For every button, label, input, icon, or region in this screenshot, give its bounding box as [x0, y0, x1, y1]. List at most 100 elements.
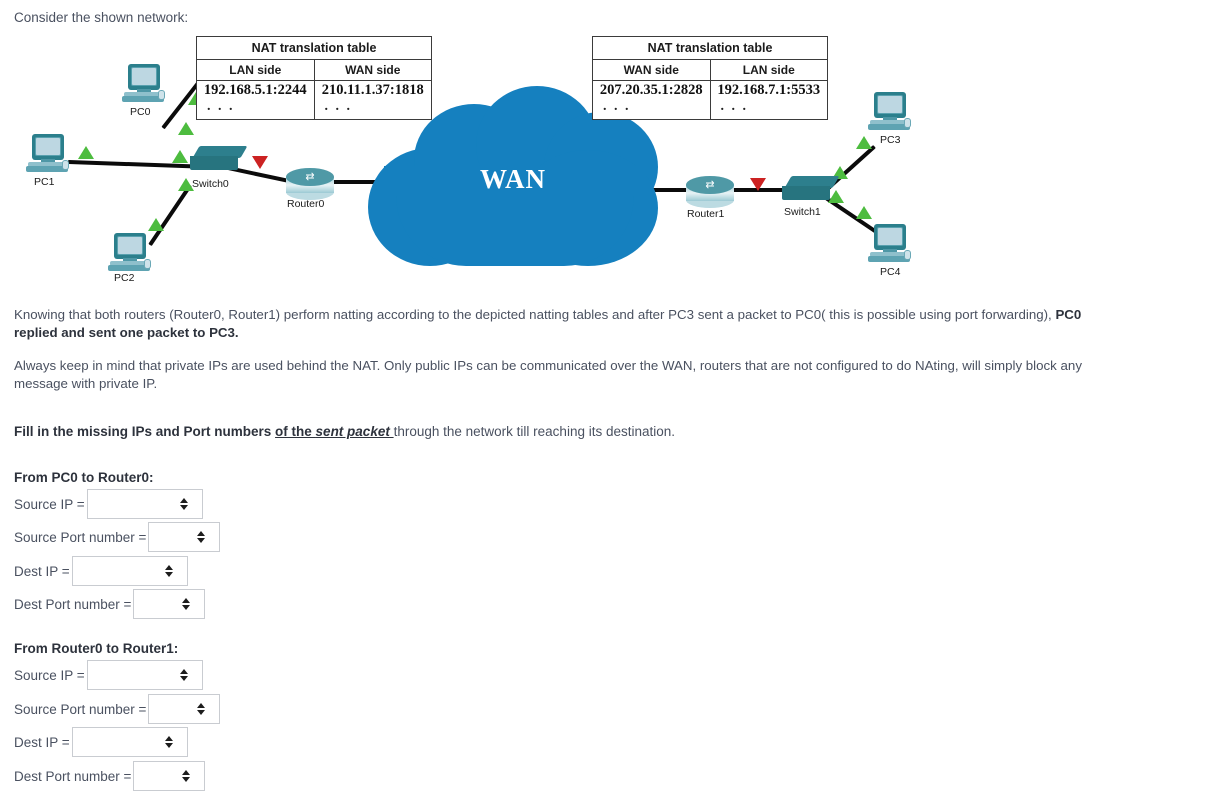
p1-text-bold: PC0 [1055, 307, 1082, 322]
form-group-title-pc0-router0: From PC0 to Router0: [14, 470, 154, 485]
nat-right-lan-value: 192.168.7.1:5533 [717, 82, 821, 98]
link-status-indicator [148, 218, 164, 231]
label-source-port: Source Port number = [14, 701, 147, 717]
fill-instruction: Fill in the missing IPs and Port numbers… [14, 424, 675, 439]
mouse [62, 160, 69, 170]
table-row: 207.20.35.1:2828 192.168.7.1:5533 [593, 80, 827, 99]
nat-translation-table-right: NAT translation table WAN side LAN side … [592, 36, 828, 120]
wan-cloud-label: WAN [479, 164, 546, 194]
router1-label: Router1 [687, 208, 725, 220]
field-row-dest-ip-1: Dest IP = [14, 556, 188, 586]
mouse [904, 250, 911, 260]
screen [131, 67, 157, 86]
screen [877, 227, 903, 246]
label-dest-ip: Dest IP = [14, 734, 70, 750]
field-row-source-ip-2: Source IP = [14, 660, 203, 690]
field-row-source-port-1: Source Port number = [14, 522, 221, 552]
question-paragraph-1-line-1: Knowing that both routers (Router0, Rout… [14, 306, 1220, 324]
select-dest-ip-pc0-router0[interactable] [71, 556, 188, 586]
page-intro-text: Consider the shown network: [14, 10, 189, 25]
p1-text-a: Knowing that both routers (Router0, Rout… [14, 307, 1056, 322]
nat-right-col-lan: LAN side [710, 59, 827, 81]
label-dest-port: Dest Port number = [14, 596, 132, 612]
nat-left-title: NAT translation table [197, 37, 431, 60]
field-row-dest-port-2: Dest Port number = [14, 761, 206, 791]
pc0-label: PC0 [130, 106, 151, 118]
switch1-icon [782, 176, 840, 204]
table-row: . . . . . . [197, 99, 431, 119]
mouse [904, 118, 911, 128]
nat-right-wan-ellipsis: . . . [593, 99, 711, 119]
link-status-indicator [856, 136, 872, 149]
screen [35, 137, 61, 156]
link-status-indicator [750, 178, 766, 191]
label-source-ip: Source IP = [14, 496, 85, 512]
screen [877, 95, 903, 114]
label-dest-port: Dest Port number = [14, 768, 132, 784]
link-pc2-switch0 [148, 184, 192, 247]
field-row-dest-ip-2: Dest IP = [14, 727, 188, 757]
router1-icon: ⇄ [686, 176, 734, 208]
field-row-dest-port-1: Dest Port number = [14, 589, 206, 619]
link-status-indicator [172, 150, 188, 163]
select-source-ip-pc0-router0[interactable] [86, 489, 203, 519]
select-source-ip-router0-router1[interactable] [86, 660, 203, 690]
nat-right-title: NAT translation table [593, 37, 827, 60]
nat-left-col-wan: WAN side [314, 59, 431, 81]
pc1-icon [26, 134, 72, 176]
spinner-arrows-icon [182, 770, 191, 782]
screen [117, 236, 143, 255]
label-dest-ip: Dest IP = [14, 563, 70, 579]
question-paragraph-1-line-2: replied and sent one packet to PC3. [14, 324, 239, 342]
nat-left-lan-ellipsis: . . . [197, 99, 315, 119]
select-dest-port-router0-router1[interactable] [133, 761, 206, 791]
pc0-icon [122, 64, 168, 106]
label-source-ip: Source IP = [14, 667, 85, 683]
pc3-icon [868, 92, 914, 134]
spinner-arrows-icon [182, 598, 191, 610]
p1-line2-bold: replied and sent one packet to PC3. [14, 325, 239, 340]
fill-underlined: of the [275, 424, 316, 439]
nat-left-wan-ellipsis: . . . [324, 99, 352, 114]
mouse [158, 90, 165, 100]
nat-right-lan-ellipsis: . . . [720, 99, 748, 114]
switch-front [782, 186, 830, 200]
spinner-arrows-icon [179, 669, 188, 681]
network-diagram: WAN PC0 PC1 PC2 Switch0 ⇄ Router0 ⇄ Rout… [0, 28, 1220, 290]
fill-tail: through the network till reaching its de… [393, 424, 676, 439]
fill-bold-lead: Fill in the missing IPs and Port numbers [14, 424, 276, 439]
nat-right-col-wan: WAN side [593, 59, 711, 81]
pc3-label: PC3 [880, 134, 901, 146]
spinner-arrows-icon [197, 531, 206, 543]
nat-translation-table-left: NAT translation table LAN side WAN side … [196, 36, 432, 120]
nat-left-lan-value: 192.168.5.1:2244 [197, 80, 315, 99]
switch0-label: Switch0 [192, 178, 229, 190]
link-status-indicator [78, 146, 94, 159]
question-paragraph-2-line-1: Always keep in mind that private IPs are… [14, 358, 1082, 373]
select-dest-ip-router0-router1[interactable] [71, 727, 188, 757]
select-dest-port-pc0-router0[interactable] [133, 589, 206, 619]
switch0-icon [190, 146, 248, 174]
link-status-indicator [856, 206, 872, 219]
spinner-arrows-icon [197, 703, 206, 715]
select-source-port-pc0-router0[interactable] [148, 522, 221, 552]
pc2-label: PC2 [114, 272, 135, 284]
router-arrows-icon: ⇄ [305, 171, 315, 183]
link-status-indicator [178, 122, 194, 135]
form-group-title-router0-router1: From Router0 to Router1: [14, 641, 179, 656]
router0-label: Router0 [287, 198, 325, 210]
select-source-port-router0-router1[interactable] [148, 694, 221, 724]
fill-underlined-italic: sent packet [315, 424, 394, 439]
mouse [144, 259, 151, 269]
pc1-label: PC1 [34, 176, 55, 188]
question-paragraph-2-line-2: message with private IP. [14, 376, 158, 391]
router-arrows-icon: ⇄ [705, 179, 715, 191]
router0-icon: ⇄ [286, 168, 334, 200]
label-source-port: Source Port number = [14, 529, 147, 545]
nat-left-wan-value: 210.11.1.37:1818 [321, 82, 424, 98]
table-row: 192.168.5.1:2244 210.11.1.37:1818 [197, 80, 431, 99]
field-row-source-port-2: Source Port number = [14, 694, 221, 724]
nat-right-wan-value: 207.20.35.1:2828 [593, 80, 711, 99]
spinner-arrows-icon [164, 565, 173, 577]
link-status-indicator [252, 156, 268, 169]
